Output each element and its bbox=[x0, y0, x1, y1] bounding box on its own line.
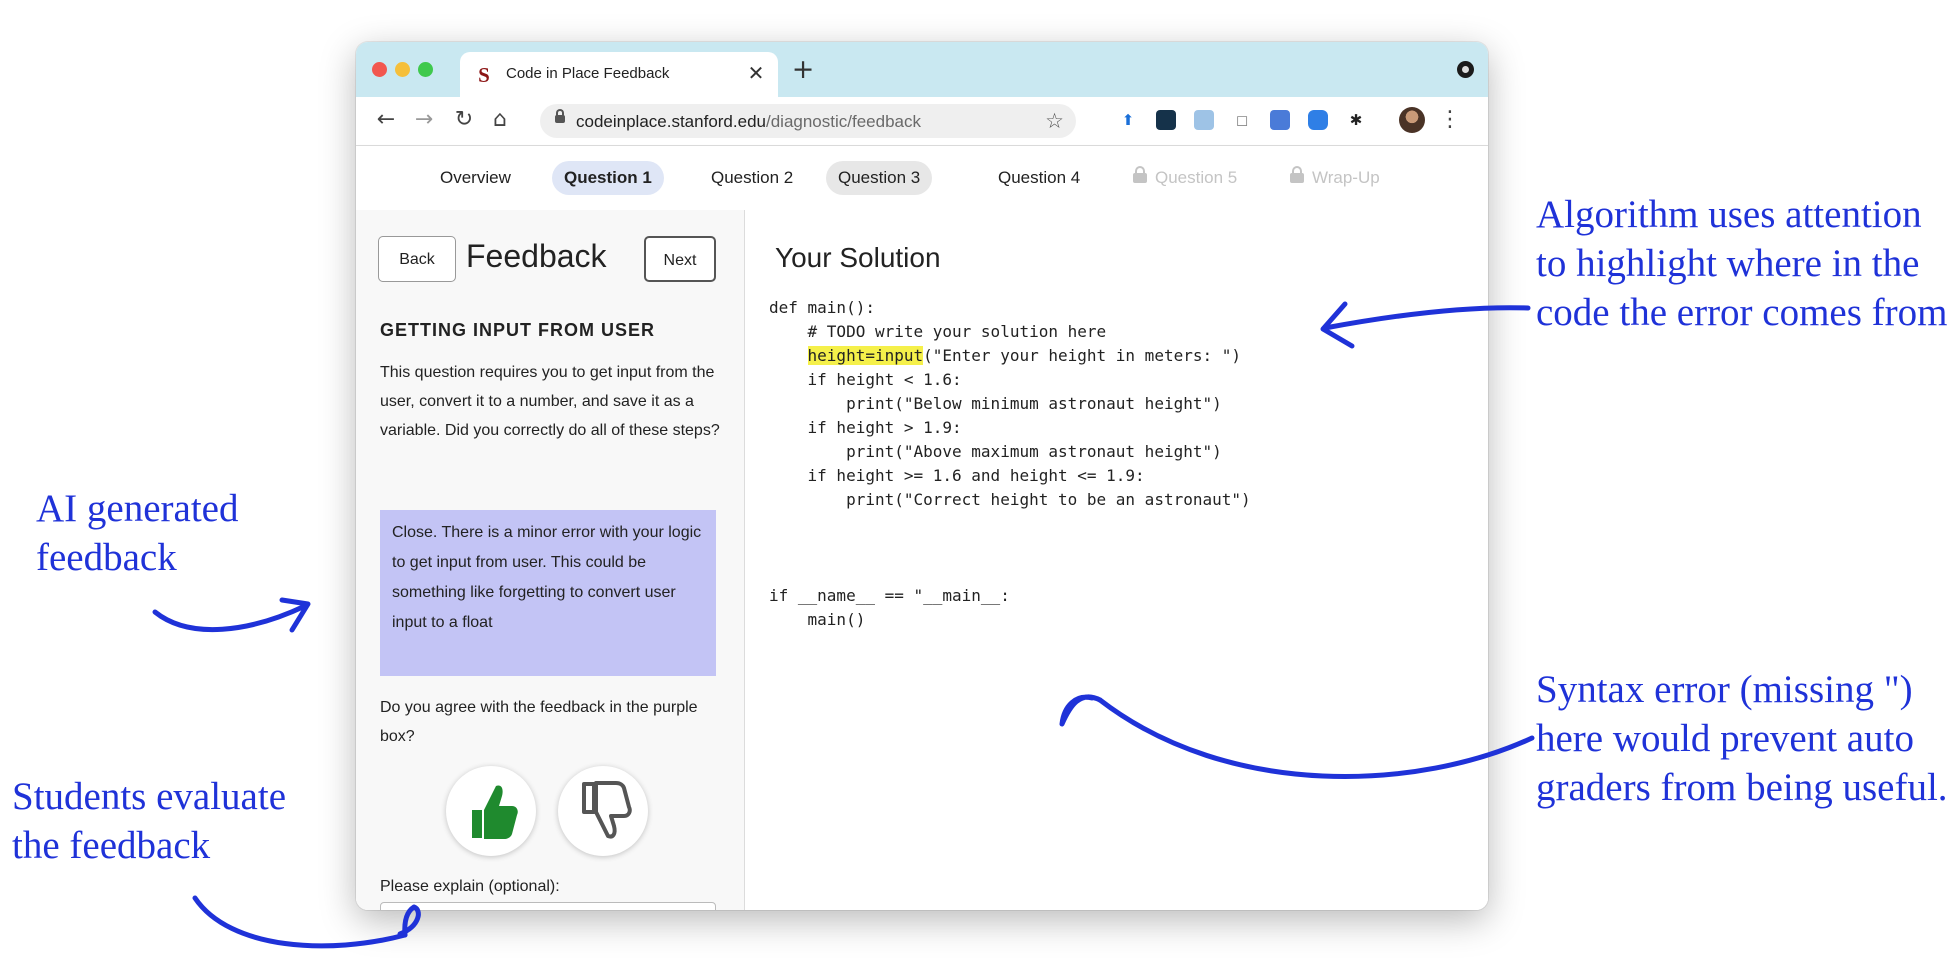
arrowhead-feedback-box bbox=[279, 597, 311, 633]
extension-dark-icon[interactable] bbox=[1156, 110, 1176, 130]
annotation-algorithm: Algorithm uses attention to highlight wh… bbox=[1536, 193, 1948, 334]
new-tab-button[interactable]: + bbox=[786, 53, 820, 87]
forward-arrow-icon[interactable]: → bbox=[410, 105, 438, 135]
extensions-puzzle-icon[interactable]: ✱ bbox=[1346, 110, 1366, 130]
thumbs-up-button[interactable] bbox=[446, 766, 536, 856]
tab-title: Code in Place Feedback bbox=[506, 65, 670, 82]
solution-title: Your Solution bbox=[775, 242, 941, 273]
code-line: print("Correct height to be an astronaut… bbox=[769, 490, 1251, 509]
browser-tab[interactable]: S Code in Place Feedback ✕ bbox=[460, 52, 778, 97]
code-line: # TODO write your solution here bbox=[769, 322, 1107, 341]
code-line: if height < 1.6: bbox=[769, 370, 962, 389]
solution-panel: Your Solution def main(): # TODO write y… bbox=[745, 210, 1488, 910]
annotation-syntax-error: Syntax error (missing ") here would prev… bbox=[1536, 668, 1948, 809]
extension-arrow-icon[interactable]: ⬆ bbox=[1118, 110, 1138, 130]
back-arrow-icon[interactable]: ← bbox=[372, 105, 400, 135]
tab-question-2[interactable]: Question 2 bbox=[699, 161, 805, 195]
bookmark-star-icon[interactable]: ☆ bbox=[1045, 108, 1064, 134]
close-window-button[interactable] bbox=[372, 62, 387, 77]
extension-image-icon[interactable] bbox=[1194, 110, 1214, 130]
browser-menu-icon[interactable]: ⋮ bbox=[1439, 105, 1461, 135]
code-line: ("Enter your height in meters: ") bbox=[923, 346, 1242, 365]
stanford-logo-icon: S bbox=[478, 63, 490, 87]
lock-icon bbox=[1133, 166, 1147, 183]
arrow-to-feedback-box bbox=[152, 603, 308, 633]
url-text[interactable]: codeinplace.stanford.edu/diagnostic/feed… bbox=[576, 112, 921, 132]
thumbs-up-icon bbox=[472, 785, 518, 839]
code-line: if height >= 1.6 and height <= 1.9: bbox=[769, 466, 1145, 485]
arrowhead-thumbs bbox=[397, 904, 421, 938]
explain-label: Please explain (optional): bbox=[380, 878, 560, 895]
code-line: print("Above maximum astronaut height") bbox=[769, 442, 1222, 461]
feedback-title: Feedback bbox=[466, 238, 607, 274]
feedback-panel: Back Feedback Next GETTING INPUT FROM US… bbox=[356, 210, 745, 910]
ai-feedback-box: Close. There is a minor error with your … bbox=[380, 510, 716, 676]
code-line: if height > 1.9: bbox=[769, 418, 962, 437]
tab-strip: S Code in Place Feedback ✕ + bbox=[356, 42, 1488, 97]
lock-icon bbox=[555, 109, 565, 123]
code-line: if __name__ == "__main__: bbox=[769, 586, 1010, 605]
maximize-window-button[interactable] bbox=[418, 62, 433, 77]
address-bar[interactable]: codeinplace.stanford.edu/diagnostic/feed… bbox=[540, 104, 1076, 138]
attention-highlight: height=input bbox=[807, 346, 924, 365]
tab-question-1[interactable]: Question 1 bbox=[552, 161, 664, 195]
back-button[interactable]: Back bbox=[378, 236, 456, 282]
browser-window: S Code in Place Feedback ✕ + ← → ↻ ⌂ cod… bbox=[356, 42, 1488, 910]
explain-input[interactable] bbox=[380, 902, 716, 910]
minimize-window-button[interactable] bbox=[395, 62, 410, 77]
page-content: Overview Question 1 Question 2 Question … bbox=[356, 146, 1488, 910]
code-line: def main(): bbox=[769, 298, 875, 317]
section-title: GETTING INPUT FROM USER bbox=[380, 320, 655, 340]
tab-overview[interactable]: Overview bbox=[428, 161, 523, 195]
browser-toolbar: ← → ↻ ⌂ codeinplace.stanford.edu/diagnos… bbox=[356, 97, 1488, 146]
lock-icon bbox=[1290, 166, 1304, 183]
next-button[interactable]: Next bbox=[644, 236, 716, 282]
agree-question: Do you agree with the feedback in the pu… bbox=[380, 699, 698, 745]
annotation-ai-generated: AI generated feedback bbox=[36, 487, 239, 579]
annotation-students: Students evaluate the feedback bbox=[12, 775, 287, 867]
profile-avatar[interactable] bbox=[1399, 107, 1425, 133]
code-line: print("Below minimum astronaut height") bbox=[769, 394, 1222, 413]
extension-shield-icon[interactable]: ◻ bbox=[1232, 110, 1252, 130]
extension-zoom-icon[interactable] bbox=[1308, 110, 1328, 130]
thumbs-down-button[interactable] bbox=[558, 766, 648, 856]
question-nav: Overview Question 1 Question 2 Question … bbox=[356, 146, 1488, 210]
extension-docs-icon[interactable] bbox=[1270, 110, 1290, 130]
home-icon[interactable]: ⌂ bbox=[486, 105, 514, 135]
section-description: This question requires you to get input … bbox=[380, 364, 720, 439]
tab-question-4[interactable]: Question 4 bbox=[986, 161, 1092, 195]
reload-icon[interactable]: ↻ bbox=[450, 105, 478, 135]
code-block: def main(): # TODO write your solution h… bbox=[769, 296, 1251, 632]
tab-close-icon[interactable]: ✕ bbox=[744, 59, 768, 87]
thumbs-down-icon bbox=[582, 781, 632, 839]
tab-question-3[interactable]: Question 3 bbox=[826, 161, 933, 195]
tab-question-5: Question 5 bbox=[1121, 161, 1249, 195]
tab-search-icon[interactable] bbox=[1457, 61, 1474, 78]
tab-wrap-up: Wrap-Up bbox=[1278, 161, 1392, 195]
code-line: main() bbox=[769, 610, 866, 629]
